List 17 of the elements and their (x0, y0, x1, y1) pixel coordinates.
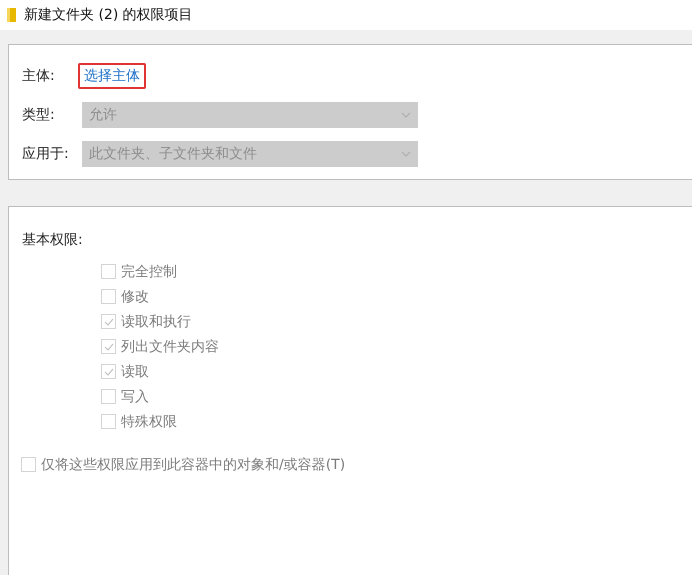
checkbox-label: 写入 (121, 388, 149, 406)
chevron-down-icon (401, 151, 411, 157)
checkbox-label: 修改 (121, 288, 149, 306)
field-label: 应用于: (22, 145, 70, 163)
checkbox-label: 列出文件夹内容 (121, 338, 219, 356)
folder-icon (7, 8, 16, 22)
field-label: 类型: (22, 106, 56, 124)
field-label: 主体: (22, 67, 56, 85)
checkbox-label: 仅将这些权限应用到此容器中的对象和/或容器(T) (41, 456, 346, 474)
select-principal-link[interactable]: 选择主体 (78, 63, 146, 89)
chevron-down-icon (401, 112, 411, 118)
section-heading: 基本权限: (22, 232, 83, 248)
checkbox-label: 完全控制 (121, 262, 177, 280)
checkbox-label: 特殊权限 (121, 412, 177, 430)
checkbox-label: 读取和执行 (121, 312, 191, 330)
window-title: 新建文件夹 (2) 的权限项目 (24, 6, 193, 24)
checkbox-label: 读取 (121, 362, 149, 380)
